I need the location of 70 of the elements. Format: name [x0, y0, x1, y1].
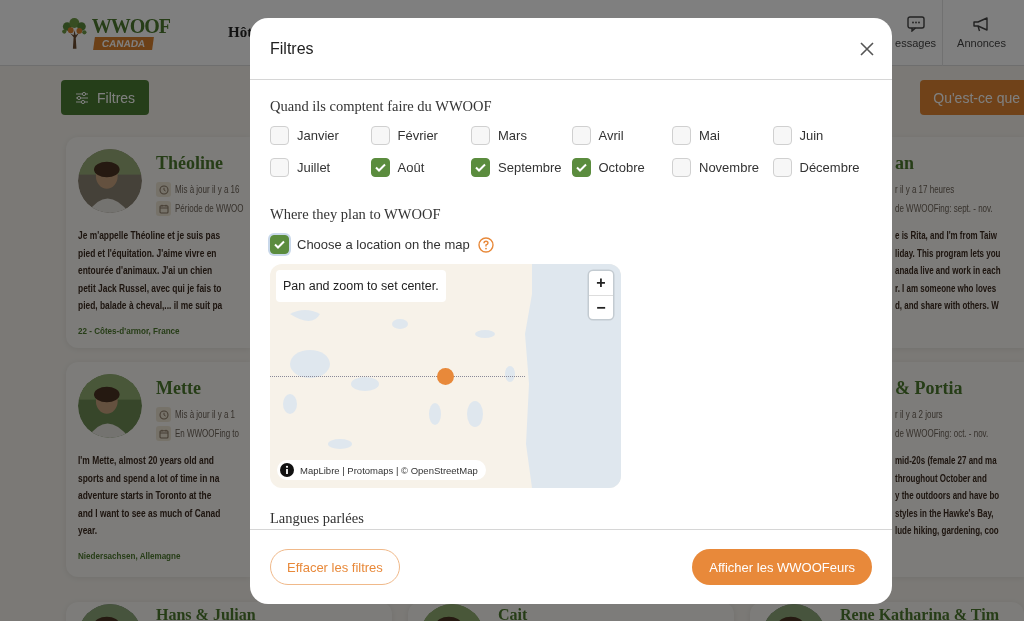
- checkbox-label: Avril: [598, 128, 624, 143]
- checkbox-label: Novembre: [699, 160, 759, 175]
- logo-title: WWOOF: [91, 15, 170, 37]
- checkbox[interactable]: [370, 158, 390, 177]
- profile-meta: de WWOOFing: oct. - nov.: [895, 428, 989, 439]
- calendar-icon: [158, 203, 169, 214]
- filters-button[interactable]: Filtres: [61, 80, 150, 115]
- about-button[interactable]: Qu'est-ce que: [920, 80, 1024, 115]
- zoom-out-button[interactable]: −: [589, 295, 613, 319]
- nav-link[interactable]: essages: [895, 0, 943, 66]
- checkbox-label: Choose a location on the map: [297, 237, 470, 252]
- profile-description: I'm Mette, almost 20 years old and sports and spend a lot of time in na adventure starts in Toronto at the and I want to see as much of Canad year.: [78, 453, 221, 538]
- profile-name: Mette: [156, 378, 202, 399]
- profile-name: an: [895, 153, 915, 174]
- sliders-icon: [75, 91, 89, 104]
- checkbox[interactable]: [270, 235, 289, 254]
- profile-description: e is Rita, and I'm from Taiw liday. This program lets you anada live and work in each r. I am someone who loves d, and share with others. W: [895, 228, 1001, 313]
- checkbox-label: Mai: [699, 128, 720, 143]
- modal-title: Filtres: [270, 39, 314, 58]
- profile-name: & Portia: [895, 378, 964, 399]
- calendar-icon: [158, 428, 169, 439]
- profile-card[interactable]: Hans & Julian: [66, 602, 392, 621]
- profile-location: 22 - Côtes-d'armor, France: [78, 324, 180, 336]
- help-icon: [477, 236, 494, 253]
- checkbox-label: Octobre: [598, 160, 645, 175]
- check-icon: [575, 163, 587, 172]
- section-heading: Quand ils comptent faire du WWOOF: [270, 98, 493, 115]
- section-heading: Where they plan to WWOOF: [270, 206, 442, 223]
- info-icon: [280, 463, 294, 477]
- check-icon: [274, 240, 285, 249]
- clock-icon: [158, 409, 169, 420]
- checkbox-label: Janvier: [297, 128, 339, 143]
- profile-card[interactable]: [66, 137, 250, 348]
- profile-name: Cait: [498, 607, 528, 621]
- checkbox-label: Septembre: [498, 160, 562, 175]
- check-icon: [475, 163, 486, 172]
- profile-card[interactable]: Rene Katharina & Tim: [750, 602, 1024, 621]
- checkbox[interactable]: [571, 158, 591, 177]
- message-icon: [906, 16, 925, 32]
- checkbox-label: Mars: [498, 128, 527, 143]
- profile-name: Rene Katharina & Tim: [840, 607, 999, 621]
- checkbox-label: Août: [397, 160, 425, 175]
- profile-name: Hans & Julian: [156, 607, 256, 621]
- profile-meta: Période de WWOO: [175, 203, 244, 214]
- close-button[interactable]: [860, 41, 874, 56]
- map-hint: Pan and zoom to set center.: [276, 270, 446, 302]
- profile-description: Je m'appelle Théoline et je suis pas pied et l'équitation. J'aime vivre en entourée d'animaux. J'ai un chien petit Jack Russel, avec qui je fais to pied, balade à cheval,... il me suit pa: [78, 228, 223, 313]
- nav-link[interactable]: Hôt: [228, 24, 253, 41]
- profile-meta: de WWOOFing: sept. - nov.: [895, 203, 993, 214]
- profile-card[interactable]: [66, 362, 250, 577]
- profile-meta: En WWOOFing to: [175, 428, 239, 439]
- profile-description: mid-20s (female 27 and ma throughout October and y the outdoors and have bo styles in the Hawke's Bay, lude hiking, gardening, coo: [895, 453, 1000, 538]
- section-heading: Langues parlées: [270, 510, 365, 527]
- profile-meta: Mis à jour il y a 16: [175, 184, 240, 195]
- clock-icon: [158, 184, 169, 195]
- check-icon: [374, 163, 386, 172]
- logo-subtitle: CANADA: [92, 36, 154, 50]
- close-icon: [860, 41, 874, 56]
- profile-name: Théoline: [156, 153, 224, 174]
- checkbox-label: Décembre: [799, 160, 860, 175]
- checkbox-label: Juin: [799, 128, 824, 143]
- clear-filters-button[interactable]: Effacer les filtres: [270, 549, 400, 585]
- zoom-in-button[interactable]: +: [589, 271, 613, 295]
- checkbox[interactable]: [471, 158, 490, 177]
- show-results-button[interactable]: Afficher les WWOOFeurs: [692, 549, 872, 585]
- profile-meta: Mis à jour il y a 1: [175, 409, 235, 420]
- attribution-text: MapLibre | Protomaps | © OpenStreetMap: [300, 464, 478, 476]
- profile-location: Niedersachsen, Allemagne: [78, 549, 181, 561]
- checkbox-label: Février: [397, 128, 438, 143]
- checkbox-label: Juillet: [297, 160, 331, 175]
